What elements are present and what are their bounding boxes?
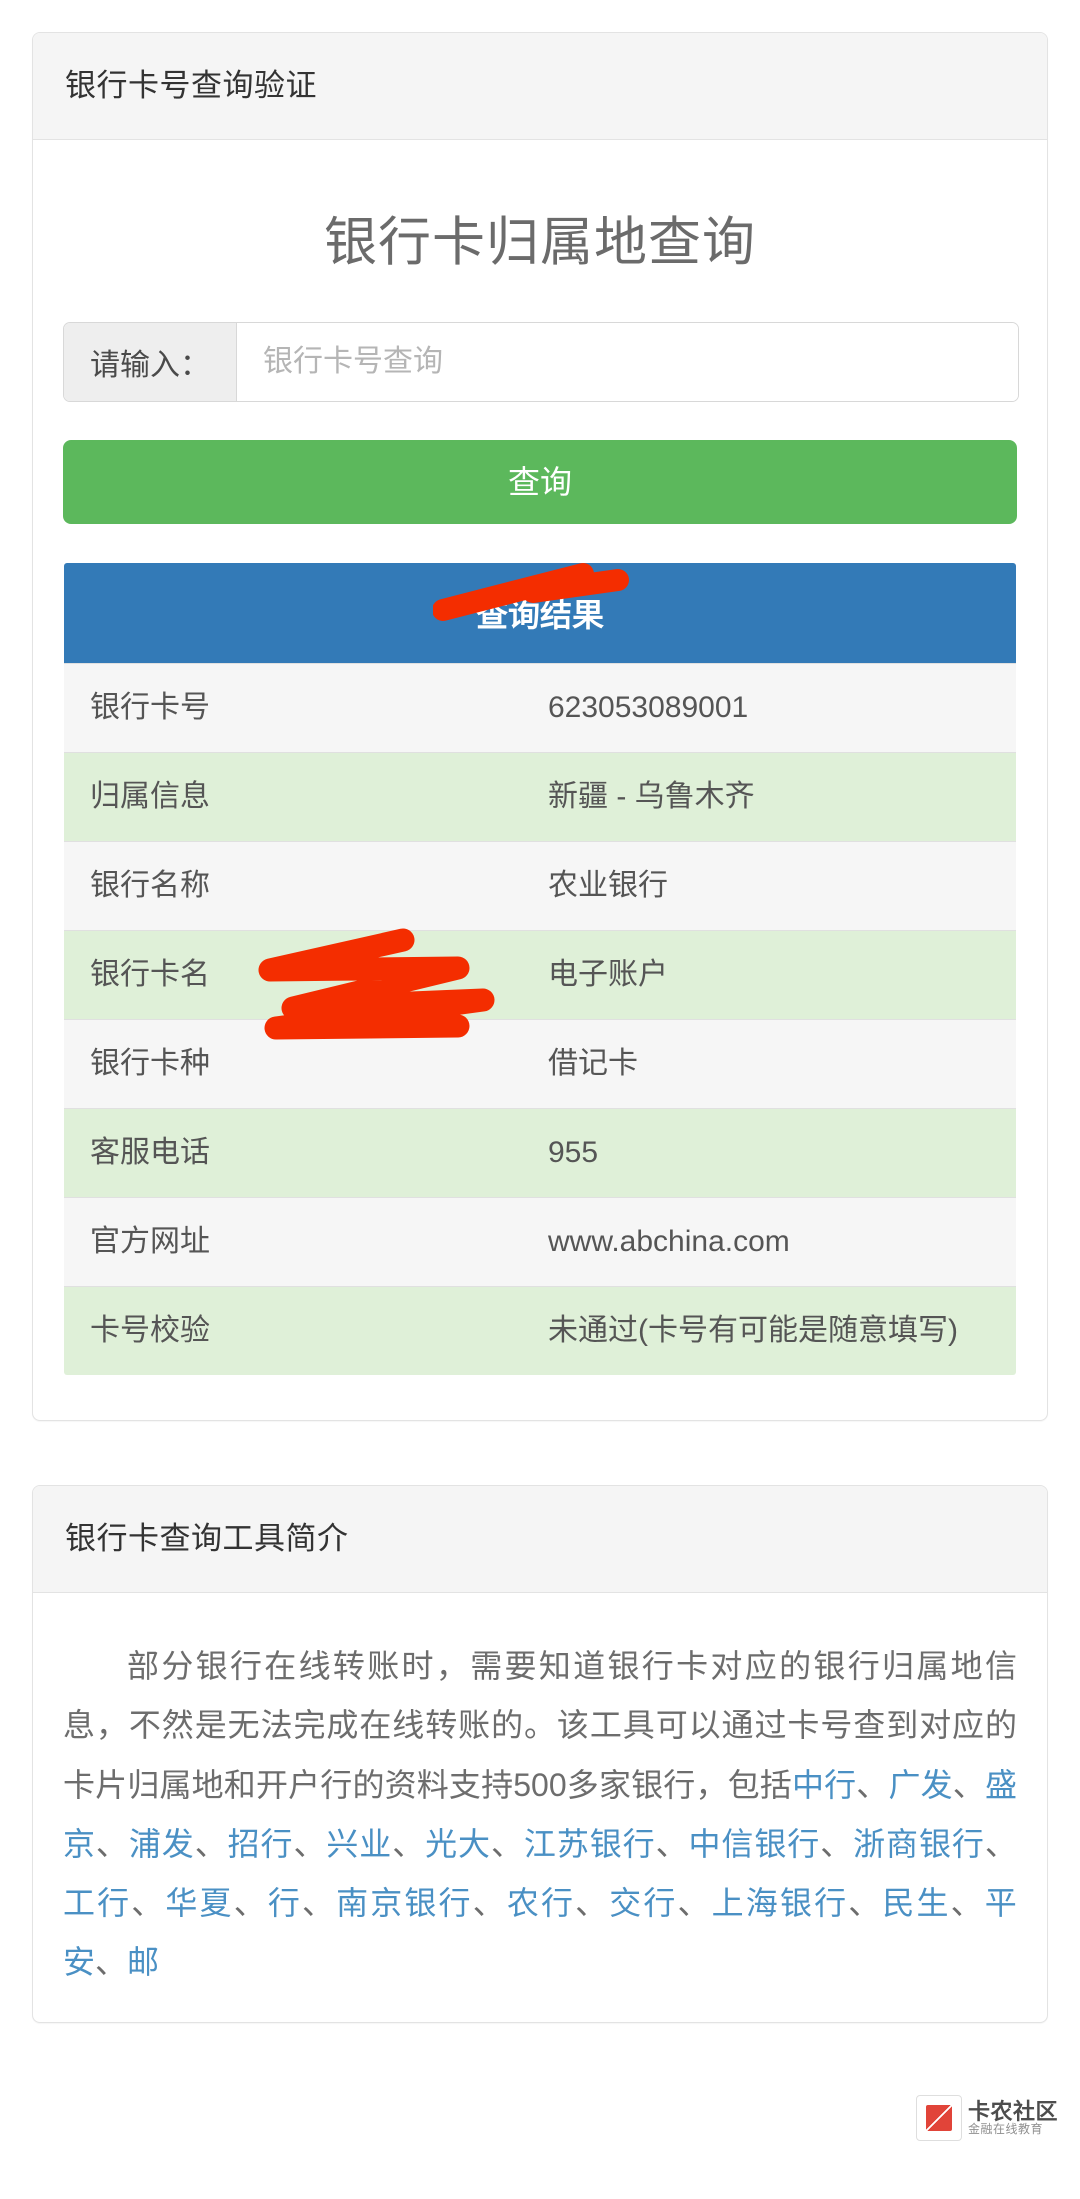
result-table-header-cell: 查询结果 (64, 563, 1016, 664)
bank-link-separator: 、 (301, 1884, 337, 1921)
bank-link[interactable]: 广发 (888, 1767, 952, 1803)
bank-link[interactable]: 江苏银行 (524, 1826, 656, 1862)
bank-link-separator: 、 (95, 1825, 129, 1862)
site-watermark: 卡农社区 金融在线教育 (915, 2095, 1058, 2141)
table-row: 银行卡种 借记卡 (64, 1019, 1016, 1109)
bank-link[interactable]: 农行 (507, 1885, 575, 1921)
bank-link[interactable]: 招行 (228, 1826, 294, 1862)
query-panel-heading: 银行卡号查询验证 (33, 33, 1047, 141)
watermark-subtitle: 金融在线教育 (967, 2122, 1043, 2137)
bank-link[interactable]: 浙商银行 (853, 1826, 985, 1862)
bank-link[interactable]: 行 (268, 1885, 302, 1921)
intro-panel-body: 部分银行在线转账时，需要知道银行卡对应的银行归属地信息，不然是无法完成在线转账的… (33, 1593, 1047, 2022)
page-title: 银行卡归属地查询 (324, 213, 756, 273)
query-panel-body: 银行卡归属地查询 请输入： 查询 查询结果 银行卡号623053089001归属… (33, 140, 1047, 1420)
result-row-value: www.abchina.com (540, 1197, 1016, 1287)
result-row-label: 客服电话 (64, 1108, 540, 1198)
table-row: 银行名称 农业银行 (64, 841, 1016, 931)
table-row: 客服电话 955 (64, 1108, 1016, 1198)
bank-link-separator: 、 (677, 1884, 712, 1921)
bank-card-query-panel: 银行卡号查询验证 银行卡归属地查询 请输入： 查询 查询结果 银行 (32, 32, 1048, 1422)
result-row-value: 农业银行 (540, 841, 1016, 931)
card-number-input-label: 请输入： (64, 323, 237, 402)
bank-link[interactable]: 中信银行 (689, 1826, 821, 1862)
result-row-value: 新疆 - 乌鲁木齐 (540, 752, 1016, 842)
result-row-label: 归属信息 (64, 752, 540, 842)
bank-link-separator: 、 (952, 1766, 985, 1803)
result-row-label: 银行卡号 (64, 663, 540, 753)
bank-link-separator: 、 (131, 1884, 166, 1921)
bank-link-separator: 、 (655, 1825, 689, 1862)
watermark-logo-icon (915, 2095, 962, 2141)
query-submit-button[interactable]: 查询 (63, 440, 1017, 525)
bank-link[interactable]: 中行 (792, 1767, 856, 1803)
result-table-wrapper: 查询结果 银行卡号 623053089001 归属信息 新疆 - 乌鲁木齐 银行名称 农业… (63, 562, 1017, 1377)
bank-link[interactable]: 交行 (609, 1885, 677, 1921)
watermark-text: 卡农社区 金融在线教育 (968, 2100, 1058, 2136)
intro-panel-heading-title: 银行卡查询工具简介 (65, 1521, 349, 1557)
result-row-label: 银行名称 (64, 841, 540, 931)
bank-link[interactable]: 上海银行 (712, 1885, 849, 1921)
result-row-value: 借记卡 (540, 1019, 1016, 1109)
page-root: 银行卡号查询验证 银行卡归属地查询 请输入： 查询 查询结果 银行 (0, 32, 1080, 2141)
bank-link-separator: 、 (950, 1884, 985, 1921)
result-row-label: 银行卡种 (64, 1019, 540, 1109)
bank-link-separator: 、 (194, 1825, 228, 1862)
bank-link[interactable]: 华夏 (165, 1885, 233, 1921)
bank-link[interactable]: 浦发 (129, 1826, 195, 1862)
bank-link[interactable]: 民生 (882, 1885, 950, 1921)
result-row-value: 未通过(卡号有可能是随意填写) (540, 1286, 1016, 1376)
table-row: 银行卡名 电子账户 (64, 930, 1016, 1020)
bank-link-separator: 、 (984, 1825, 1017, 1862)
card-number-input[interactable] (237, 323, 1018, 402)
intro-panel-heading: 银行卡查询工具简介 (33, 1486, 1047, 1594)
bank-link[interactable]: 邮 (127, 1944, 159, 1980)
bank-link-separator: 、 (95, 1944, 128, 1981)
bank-link[interactable]: 光大 (425, 1826, 491, 1862)
bank-link-separator: 、 (490, 1825, 524, 1862)
bank-link-separator: 、 (392, 1825, 426, 1862)
bank-link-separator: 、 (472, 1884, 507, 1921)
watermark-title: 卡农社区 (967, 2099, 1058, 2125)
table-row: 归属信息 新疆 - 乌鲁木齐 (64, 752, 1016, 842)
result-table-body: 银行卡号 623053089001 归属信息 新疆 - 乌鲁木齐 银行名称 农业银行 银行卡… (64, 663, 1016, 1376)
result-row-value: 955 (540, 1108, 1016, 1198)
bank-link[interactable]: 工行 (63, 1885, 131, 1921)
bank-link[interactable]: 南京银行 (336, 1885, 473, 1921)
bank-link-separator: 、 (233, 1884, 268, 1921)
bank-link-separator: 、 (293, 1825, 327, 1862)
intro-panel: 银行卡查询工具简介 部分银行在线转账时，需要知道银行卡对应的银行归属地信息，不然… (32, 1485, 1048, 2024)
bank-link-separator: 、 (848, 1884, 883, 1921)
query-result-table: 查询结果 银行卡号 623053089001 归属信息 新疆 - 乌鲁木齐 银行名称 农业… (63, 562, 1017, 1377)
result-row-label: 卡号校验 (64, 1286, 540, 1376)
result-row-value: 电子账户 (540, 930, 1016, 1020)
card-number-input-group[interactable]: 请输入： (63, 322, 1019, 403)
result-row-label: 官方网址 (64, 1197, 540, 1287)
bank-link[interactable]: 兴业 (326, 1826, 392, 1862)
bank-link-separator: 、 (820, 1825, 854, 1862)
result-row-value: 623053089001 (540, 663, 1016, 753)
query-panel-heading-title: 银行卡号查询验证 (65, 68, 317, 103)
table-row: 官方网址 www.abchina.com (64, 1197, 1016, 1287)
table-row: 银行卡号 623053089001 (64, 663, 1016, 753)
bank-link-separator: 、 (856, 1766, 889, 1803)
bank-link-separator: 、 (575, 1884, 610, 1921)
intro-paragraph: 部分银行在线转账时，需要知道银行卡对应的银行归属地信息，不然是无法完成在线转账的… (63, 1637, 1017, 1992)
result-table-header-row: 查询结果 (64, 563, 1016, 664)
table-row: 卡号校验 未通过(卡号有可能是随意填写) (64, 1286, 1016, 1376)
result-row-label: 银行卡名 (64, 930, 540, 1020)
